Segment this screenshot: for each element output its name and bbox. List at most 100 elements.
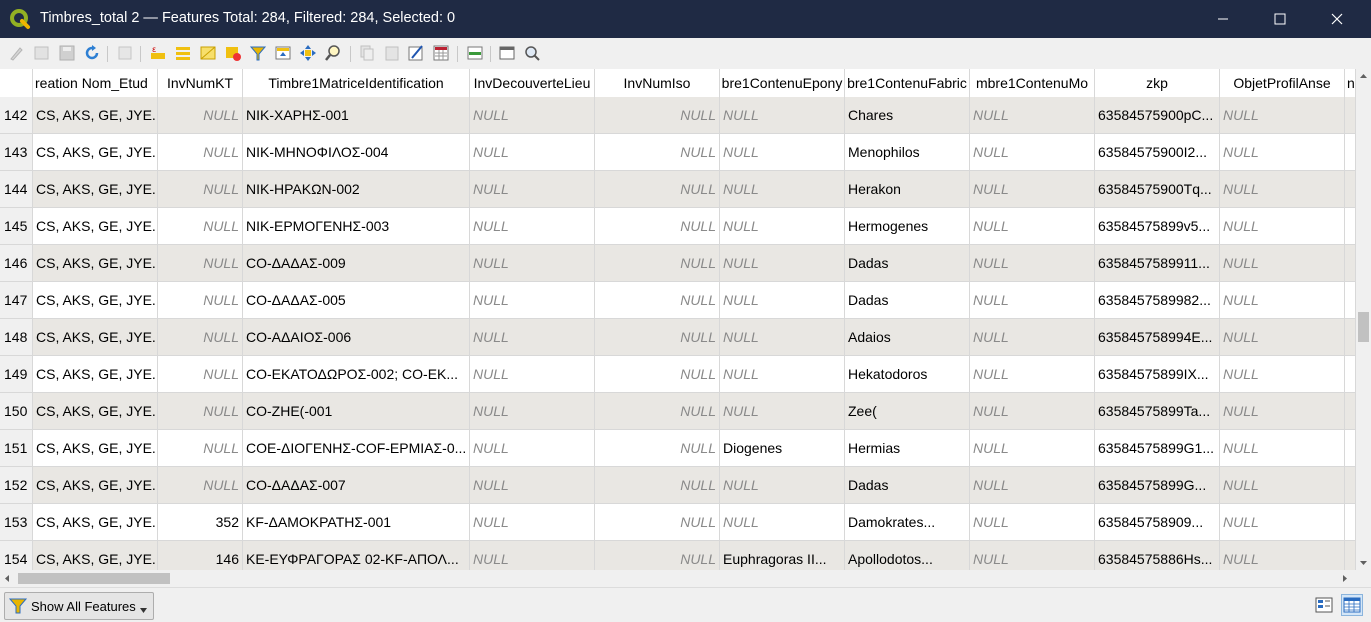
table-cell[interactable]: NULL bbox=[158, 319, 243, 356]
table-cell[interactable]: CO-ΔΑΔΑΣ-005 bbox=[243, 282, 470, 319]
table-cell[interactable]: NULL bbox=[595, 504, 720, 541]
toggle-editing-icon[interactable] bbox=[8, 44, 26, 62]
table-cell[interactable]: Dadas bbox=[845, 467, 970, 504]
multi-edit-icon[interactable] bbox=[33, 44, 51, 62]
scroll-down-icon[interactable] bbox=[1359, 560, 1368, 566]
table-cell[interactable]: NULL bbox=[158, 356, 243, 393]
table-cell[interactable] bbox=[1345, 430, 1356, 467]
column-header[interactable]: InvNumIso bbox=[595, 69, 720, 97]
table-cell[interactable]: ΝΙΚ-ΕΡΜΟΓΕΝΗΣ-003 bbox=[243, 208, 470, 245]
select-by-expression-icon[interactable]: ε bbox=[149, 44, 167, 62]
table-cell[interactable]: NULL bbox=[470, 171, 595, 208]
table-cell[interactable]: NULL bbox=[970, 134, 1095, 171]
table-cell[interactable]: NULL bbox=[970, 282, 1095, 319]
column-header[interactable]: n bbox=[1345, 69, 1356, 97]
table-cell[interactable]: Dadas bbox=[845, 282, 970, 319]
vertical-scroll-thumb[interactable] bbox=[1358, 312, 1369, 342]
table-cell[interactable]: 63584575900Tq... bbox=[1095, 171, 1220, 208]
table-cell[interactable] bbox=[1345, 504, 1356, 541]
row-number[interactable]: 143 bbox=[0, 134, 33, 171]
table-cell[interactable]: KE-ΕΥΦΡΑΓΟΡΑΣ 02-KF-ΑΠΟΛ... bbox=[243, 541, 470, 570]
table-cell[interactable]: 63584575899Ta... bbox=[1095, 393, 1220, 430]
table-cell[interactable]: NULL bbox=[595, 319, 720, 356]
table-cell[interactable] bbox=[1345, 134, 1356, 171]
column-header[interactable]: ObjetProfilAnse bbox=[1220, 69, 1345, 97]
column-header[interactable]: bre1ContenuEpony bbox=[720, 69, 845, 97]
table-cell[interactable]: 352 bbox=[158, 504, 243, 541]
table-cell[interactable]: NULL bbox=[158, 282, 243, 319]
table-cell[interactable]: NULL bbox=[1220, 245, 1345, 282]
table-cell[interactable]: ΝΙΚ-ΗΡΑΚΩΝ-002 bbox=[243, 171, 470, 208]
table-cell[interactable]: NULL bbox=[1220, 541, 1345, 570]
table-cell[interactable]: NULL bbox=[470, 393, 595, 430]
table-cell[interactable]: Menophilos bbox=[845, 134, 970, 171]
field-calculator-icon[interactable] bbox=[466, 44, 484, 62]
table-cell[interactable]: CS, AKS, GE, JYE... bbox=[33, 245, 158, 282]
deselect-all-icon[interactable] bbox=[224, 44, 242, 62]
table-cell[interactable]: Damokrates... bbox=[845, 504, 970, 541]
table-cell[interactable] bbox=[1345, 171, 1356, 208]
add-feature-icon[interactable] bbox=[116, 44, 134, 62]
dock-table-icon[interactable] bbox=[498, 44, 516, 62]
table-cell[interactable]: Zee( bbox=[845, 393, 970, 430]
table-row[interactable]: 152 CS, AKS, GE, JYE... NULL CO-ΔΑΔΑΣ-007 NU… bbox=[0, 467, 1356, 504]
table-cell[interactable]: NULL bbox=[470, 282, 595, 319]
table-cell[interactable]: NULL bbox=[470, 541, 595, 570]
table-cell[interactable]: CS, AKS, GE, JYE... bbox=[33, 356, 158, 393]
table-cell[interactable]: Diogenes bbox=[720, 430, 845, 467]
table-cell[interactable] bbox=[1345, 245, 1356, 282]
table-cell[interactable] bbox=[1345, 319, 1356, 356]
table-cell[interactable]: NULL bbox=[970, 393, 1095, 430]
table-cell[interactable]: NULL bbox=[970, 541, 1095, 570]
table-row[interactable]: 147 CS, AKS, GE, JYE... NULL CO-ΔΑΔΑΣ-005 NU… bbox=[0, 282, 1356, 319]
table-cell[interactable]: ΝΙΚ-ΜΗΝΟΦΙΛΟΣ-004 bbox=[243, 134, 470, 171]
reload-icon[interactable] bbox=[83, 44, 101, 62]
table-cell[interactable]: NULL bbox=[970, 245, 1095, 282]
save-edits-icon[interactable] bbox=[58, 44, 76, 62]
row-number[interactable]: 149 bbox=[0, 356, 33, 393]
table-row[interactable]: 153 CS, AKS, GE, JYE... 352 KF-ΔΑΜΟΚΡΑΤΗΣ-0… bbox=[0, 504, 1356, 541]
table-cell[interactable]: KF-ΔΑΜΟΚΡΑΤΗΣ-001 bbox=[243, 504, 470, 541]
row-number[interactable]: 154 bbox=[0, 541, 33, 570]
table-cell[interactable]: NULL bbox=[720, 467, 845, 504]
table-cell[interactable]: CS, AKS, GE, JYE... bbox=[33, 171, 158, 208]
table-cell[interactable]: CO-ΑΔΑΙΟΣ-006 bbox=[243, 319, 470, 356]
table-cell[interactable] bbox=[1345, 282, 1356, 319]
table-row[interactable]: 146 CS, AKS, GE, JYE... NULL CO-ΔΑΔΑΣ-009 NU… bbox=[0, 245, 1356, 282]
table-cell[interactable]: NULL bbox=[470, 430, 595, 467]
table-row[interactable]: 149 CS, AKS, GE, JYE... NULL CO-ΕΚΑΤΟΔΩΡΟΣ-… bbox=[0, 356, 1356, 393]
table-cell[interactable]: NULL bbox=[158, 134, 243, 171]
table-cell[interactable]: CS, AKS, GE, JYE... bbox=[33, 504, 158, 541]
table-cell[interactable]: NULL bbox=[158, 208, 243, 245]
minimize-button[interactable] bbox=[1200, 0, 1246, 38]
table-cell[interactable]: CO-ΔΑΔΑΣ-007 bbox=[243, 467, 470, 504]
table-cell[interactable]: NULL bbox=[470, 467, 595, 504]
table-cell[interactable]: 635845758994E... bbox=[1095, 319, 1220, 356]
column-header[interactable]: zkp bbox=[1095, 69, 1220, 97]
pan-to-selected-icon[interactable] bbox=[299, 44, 317, 62]
table-cell[interactable]: NULL bbox=[1220, 467, 1345, 504]
table-cell[interactable]: NULL bbox=[595, 541, 720, 570]
column-header[interactable]: InvNumKT bbox=[158, 69, 243, 97]
table-cell[interactable]: 63584575899G1... bbox=[1095, 430, 1220, 467]
move-selection-top-icon[interactable] bbox=[274, 44, 292, 62]
row-number[interactable]: 148 bbox=[0, 319, 33, 356]
vertical-scrollbar[interactable] bbox=[1356, 69, 1371, 570]
table-cell[interactable]: CS, AKS, GE, JYE... bbox=[33, 430, 158, 467]
table-row[interactable]: 151 CS, AKS, GE, JYE... NULL COE-ΔΙΟΓΕΝΗΣ-C… bbox=[0, 430, 1356, 467]
table-cell[interactable]: NULL bbox=[720, 282, 845, 319]
close-button[interactable] bbox=[1314, 0, 1360, 38]
table-cell[interactable]: NULL bbox=[158, 171, 243, 208]
table-cell[interactable]: 63584575886Hs... bbox=[1095, 541, 1220, 570]
table-cell[interactable]: NULL bbox=[595, 134, 720, 171]
paste-features-icon[interactable] bbox=[383, 44, 401, 62]
row-header-corner[interactable] bbox=[0, 69, 33, 97]
column-header[interactable]: mbre1ContenuMo bbox=[970, 69, 1095, 97]
copy-rows-icon[interactable] bbox=[358, 44, 376, 62]
table-cell[interactable]: CS, AKS, GE, JYE... bbox=[33, 467, 158, 504]
table-cell[interactable]: NULL bbox=[595, 393, 720, 430]
table-cell[interactable]: NULL bbox=[720, 171, 845, 208]
table-cell[interactable]: NULL bbox=[720, 319, 845, 356]
table-cell[interactable]: NULL bbox=[595, 208, 720, 245]
table-cell[interactable]: NULL bbox=[595, 171, 720, 208]
